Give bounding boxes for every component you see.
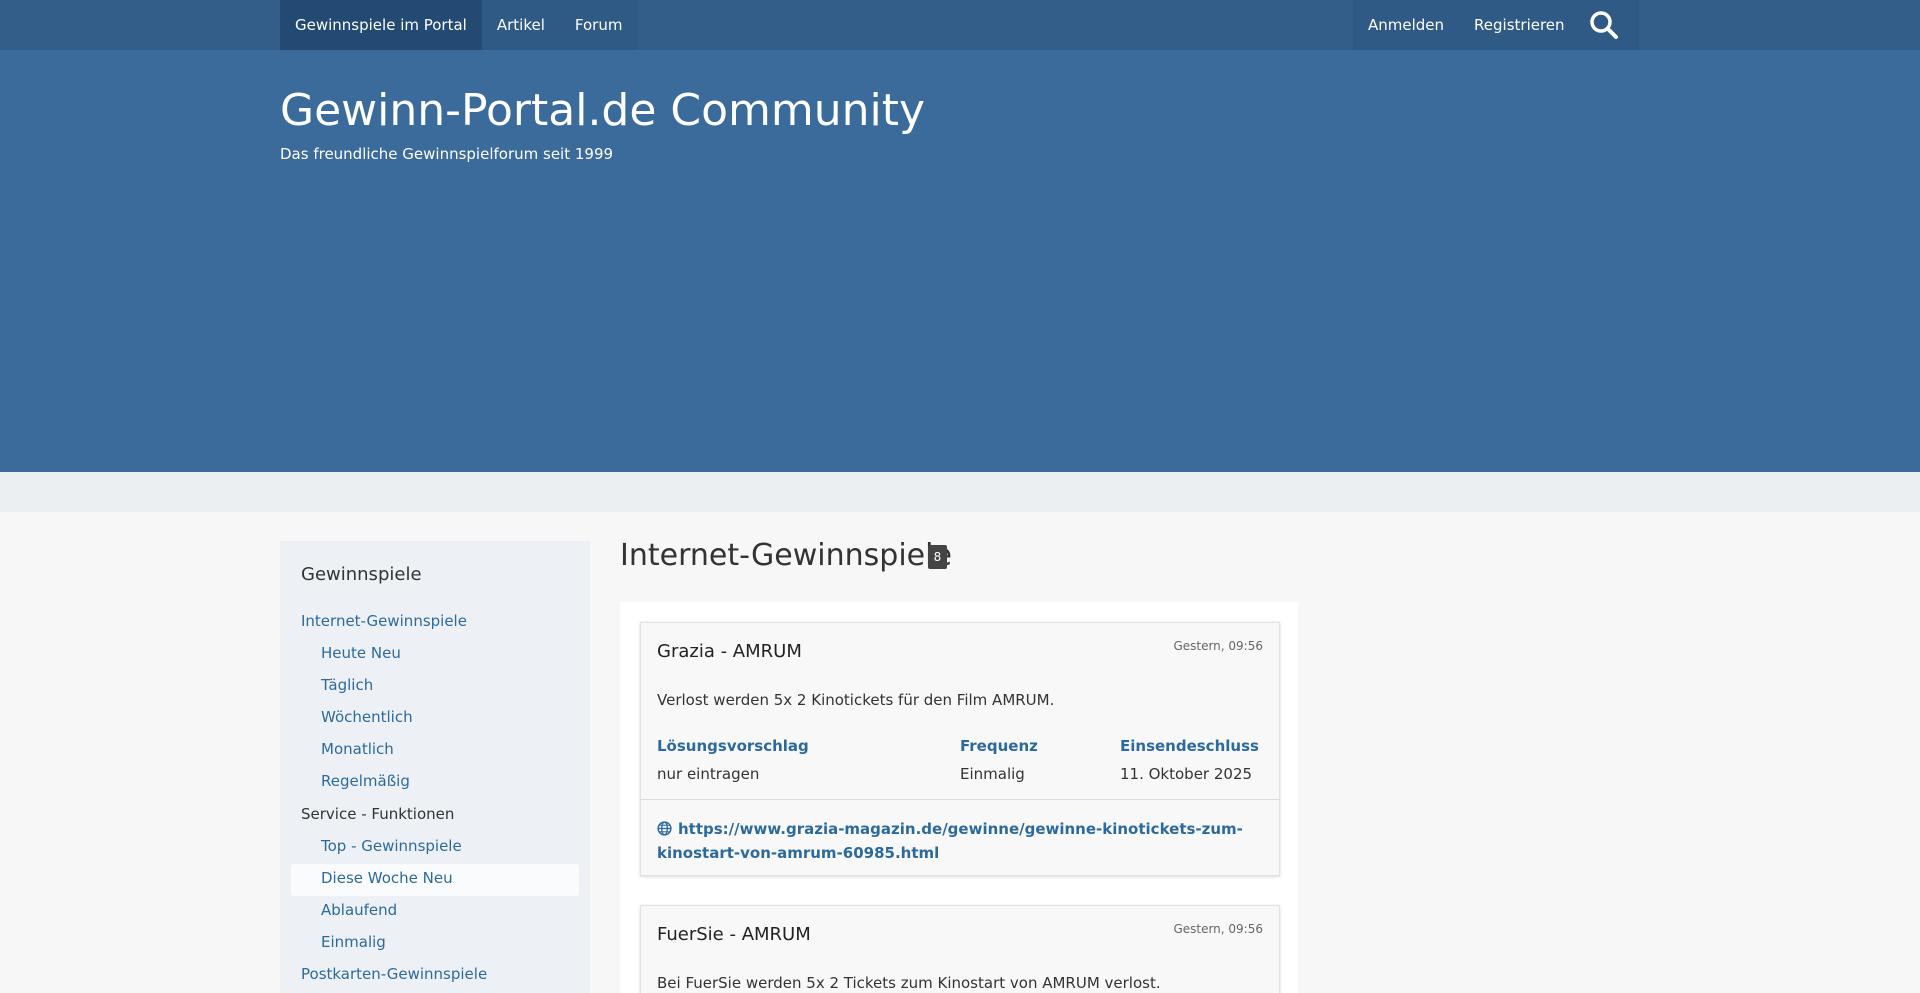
card-title[interactable]: FuerSie - AMRUM <box>657 924 811 945</box>
deadline-value: 11. Oktober 2025 <box>1120 765 1253 783</box>
contest-link[interactable]: https://www.grazia-magazin.de/gewinne/ge… <box>657 818 1257 864</box>
sidebar-item-postkarten-gewinnspiele[interactable]: Postkarten-Gewinnspiele <box>301 965 487 983</box>
card-date: Gestern, 09:56 <box>1173 639 1263 653</box>
sidebar-item-monatlich[interactable]: Monatlich <box>321 740 394 758</box>
sidebar-title: Gewinnspiele <box>301 564 422 585</box>
card-divider <box>641 799 1279 800</box>
card-description: Bei FuerSie werden 5x 2 Tickets zum Kino… <box>657 974 1161 992</box>
nav-item-gewinnspiele[interactable]: Gewinnspiele im Portal <box>280 0 482 50</box>
page-title: Internet-Gewinnspiele <box>620 538 952 573</box>
solution-label: Lösungsvorschlag <box>657 737 809 755</box>
deadline-label: Einsendeschluss <box>1120 737 1259 755</box>
sidebar-item-internet-gewinnspiele[interactable]: Internet-Gewinnspiele <box>301 612 467 630</box>
frequency-value: Einmalig <box>960 765 1025 783</box>
contest-link-text[interactable]: https://www.grazia-magazin.de/gewinne/ge… <box>657 820 1243 862</box>
site-header: Gewinn-Portal.de Community Das freundlic… <box>0 50 1920 472</box>
login-link[interactable]: Anmelden <box>1353 0 1459 50</box>
sidebar-item-einmalig[interactable]: Einmalig <box>321 933 386 951</box>
sidebar: Gewinnspiele Internet-Gewinnspiele Heute… <box>280 541 590 993</box>
count-badge: 8 <box>928 545 947 569</box>
card-description: Verlost werden 5x 2 Kinotickets für den … <box>657 691 1055 709</box>
card-date: Gestern, 09:56 <box>1173 922 1263 936</box>
sidebar-item-taeglich[interactable]: Täglich <box>321 676 373 694</box>
sidebar-item-heute-neu[interactable]: Heute Neu <box>321 644 401 662</box>
search-icon <box>1590 11 1618 39</box>
sidebar-item-regelmaessig[interactable]: Regelmäßig <box>321 772 410 790</box>
sidebar-item-top-gewinnspiele[interactable]: Top - Gewinnspiele <box>321 837 462 855</box>
sidebar-item-diese-woche-neu[interactable]: Diese Woche Neu <box>321 869 453 887</box>
main-nav: Gewinnspiele im Portal Artikel Forum <box>280 0 638 50</box>
solution-value: nur eintragen <box>657 765 760 783</box>
sidebar-item-woechentlich[interactable]: Wöchentlich <box>321 708 413 726</box>
frequency-label: Frequenz <box>960 737 1038 755</box>
card-title[interactable]: Grazia - AMRUM <box>657 641 802 662</box>
contest-list: Grazia - AMRUM Gestern, 09:56 Verlost we… <box>620 602 1298 993</box>
site-subtitle: Das freundliche Gewinnspielforum seit 19… <box>280 145 614 163</box>
contest-card: Grazia - AMRUM Gestern, 09:56 Verlost we… <box>640 622 1280 876</box>
site-title[interactable]: Gewinn-Portal.de Community <box>280 85 925 136</box>
contest-card: FuerSie - AMRUM Gestern, 09:56 Bei FuerS… <box>640 905 1280 993</box>
register-link[interactable]: Registrieren <box>1459 0 1580 50</box>
globe-icon <box>657 820 672 842</box>
account-nav: Anmelden Registrieren <box>1353 0 1639 50</box>
sidebar-section-service: Service - Funktionen <box>301 805 455 823</box>
breadcrumb-strip <box>0 472 1920 512</box>
sidebar-item-ablaufend[interactable]: Ablaufend <box>321 901 397 919</box>
nav-item-artikel[interactable]: Artikel <box>482 0 560 50</box>
top-navigation: Gewinnspiele im Portal Artikel Forum Anm… <box>0 0 1920 50</box>
search-button[interactable] <box>1569 0 1639 50</box>
nav-item-forum[interactable]: Forum <box>560 0 638 50</box>
